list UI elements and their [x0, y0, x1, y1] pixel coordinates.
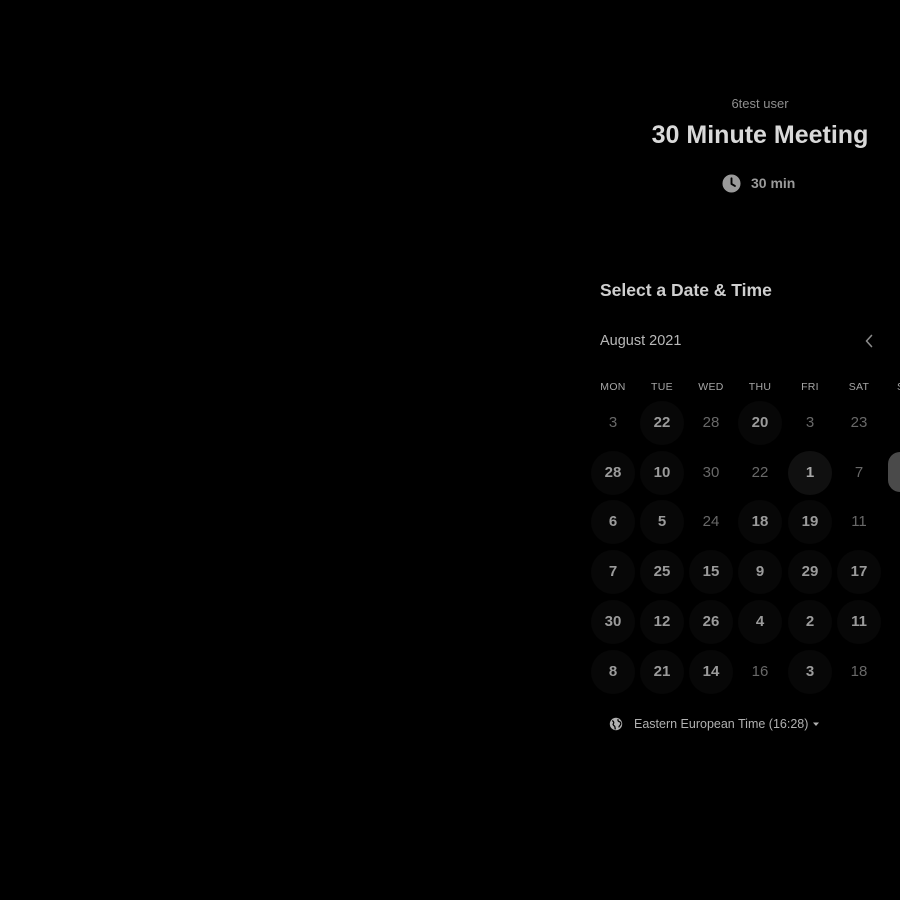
calendar-day-available[interactable]: 30: [591, 600, 635, 644]
calendar-day: 11: [851, 513, 867, 530]
calendar-day: 7: [854, 464, 864, 481]
calendar-day-available[interactable]: 2: [788, 600, 832, 644]
calendar-day-available[interactable]: 10: [640, 451, 684, 495]
calendar-day-available[interactable]: 22: [640, 401, 684, 445]
prev-month-button[interactable]: [858, 330, 880, 352]
calendar-day-available[interactable]: 9: [738, 550, 782, 594]
clock-icon: [722, 173, 741, 193]
calendar-day-available[interactable]: 4: [738, 600, 782, 644]
calendar-day-available[interactable]: 8: [591, 650, 635, 694]
weekday-fri: FRI: [801, 381, 819, 393]
calendar-day-available[interactable]: 15: [689, 550, 733, 594]
scheduling-page: 6test user 30 Minute Meeting 30 min Sele…: [0, 0, 900, 900]
calendar-day-available[interactable]: 14: [689, 650, 733, 694]
calendar-day: 22: [751, 464, 769, 481]
calendar-grid: 3 22 28 20 3 23 28 10 30 22 1 7 6 5 24 18 19 11 7 25 15 9 29 17…: [588, 398, 900, 698]
calendar-day-available[interactable]: 12: [640, 600, 684, 644]
event-title: 30 Minute Meeting: [651, 121, 869, 149]
timezone-label: Eastern European Time (16:28): [634, 717, 809, 731]
calendar-day: 3: [608, 414, 618, 431]
calendar-day-available[interactable]: 18: [738, 500, 782, 544]
calendar-day-available[interactable]: 26: [689, 600, 733, 644]
event-duration: 30 min: [722, 172, 795, 194]
weekday-mon: MON: [600, 381, 626, 393]
globe-icon: [609, 717, 623, 731]
calendar-day-available[interactable]: 7: [591, 550, 635, 594]
calendar-day: 3: [805, 414, 815, 431]
weekday-tue: TUE: [651, 381, 673, 393]
timezone-selector[interactable]: Eastern European Time (16:28): [609, 714, 820, 734]
calendar-day: 16: [751, 663, 769, 680]
calendar-day-available[interactable]: 11: [837, 600, 881, 644]
calendar-day-available[interactable]: 20: [738, 401, 782, 445]
caret-down-icon: [812, 720, 820, 728]
calendar-day: 23: [850, 414, 868, 431]
event-header: 6test user 30 Minute Meeting: [620, 92, 900, 154]
calendar-day-available[interactable]: 1: [788, 451, 832, 495]
calendar-day-available[interactable]: 3: [788, 650, 832, 694]
chevron-left-icon: [864, 334, 874, 348]
calendar-day: 18: [850, 663, 868, 680]
calendar-day-available[interactable]: 19: [788, 500, 832, 544]
next-page-edge-button[interactable]: [888, 452, 900, 492]
calendar-day-available[interactable]: 25: [640, 550, 684, 594]
calendar-day: 28: [702, 414, 720, 431]
host-name: 6test user: [731, 96, 789, 111]
calendar-day-available[interactable]: 21: [640, 650, 684, 694]
weekday-thu: THU: [748, 381, 772, 393]
calendar-day-available[interactable]: 5: [640, 500, 684, 544]
calendar-day-available[interactable]: 6: [591, 500, 635, 544]
calendar-day: 30: [702, 464, 720, 481]
calendar-day: 24: [702, 513, 720, 530]
calendar-day-available[interactable]: 29: [788, 550, 832, 594]
weekday-sat: SAT: [848, 381, 870, 393]
weekday-wed: WED: [698, 381, 724, 393]
section-title: Select a Date & Time: [600, 280, 772, 300]
duration-label: 30 min: [751, 175, 796, 191]
calendar-day-available[interactable]: 28: [591, 451, 635, 495]
calendar-day-available[interactable]: 17: [837, 550, 881, 594]
month-label: August 2021: [600, 333, 682, 349]
